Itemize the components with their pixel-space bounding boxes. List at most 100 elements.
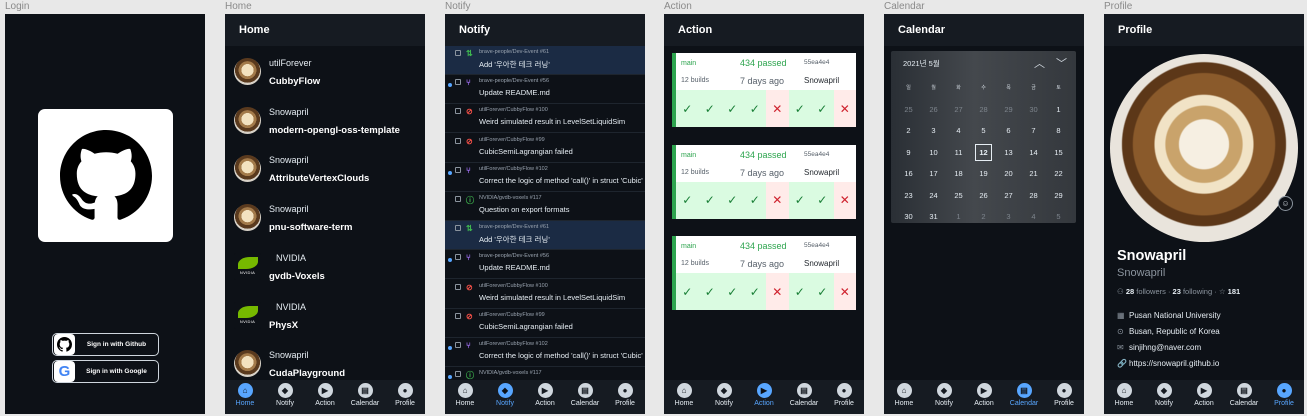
- commit-sha[interactable]: 55ea4e4: [804, 59, 829, 66]
- x-icon[interactable]: ✕: [766, 273, 789, 310]
- calendar-day[interactable]: 8: [1046, 120, 1071, 142]
- followers-count[interactable]: 28: [1126, 287, 1134, 296]
- check-icon[interactable]: ✓: [811, 181, 834, 219]
- followers-label[interactable]: followers: [1136, 287, 1166, 296]
- calendar-day[interactable]: 30: [896, 206, 921, 228]
- nav-home[interactable]: ⌂ Home: [1105, 383, 1143, 407]
- x-icon[interactable]: ✕: [766, 181, 789, 219]
- x-icon[interactable]: ✕: [833, 273, 856, 310]
- check-icon[interactable]: ✓: [721, 273, 744, 310]
- calendar-day[interactable]: 23: [896, 185, 921, 207]
- checkbox[interactable]: [455, 196, 461, 202]
- following-count[interactable]: 23: [1173, 287, 1181, 296]
- nav-action[interactable]: ▶ Action: [306, 383, 344, 407]
- calendar-day[interactable]: 10: [921, 142, 946, 164]
- checkbox[interactable]: [455, 312, 461, 319]
- calendar-day-today[interactable]: 12: [971, 142, 996, 164]
- check-icon[interactable]: ✓: [698, 273, 721, 310]
- nav-home[interactable]: ⌂ Home: [665, 383, 703, 407]
- calendar-day[interactable]: 11: [946, 142, 971, 164]
- nav-action[interactable]: ▶ Action: [526, 383, 564, 407]
- notification-item[interactable]: ⑂ utilForever/CubbyFlow #102 Correct the l…: [445, 163, 645, 192]
- workflow-run-card[interactable]: main 434 passed 55ea4e4 12 builds 7 days ago…: [672, 236, 856, 310]
- nav-profile[interactable]: ● Profile: [1045, 383, 1083, 407]
- check-icon[interactable]: ✓: [676, 181, 699, 219]
- check-icon[interactable]: ✓: [788, 90, 811, 127]
- nav-calendar[interactable]: ▤ Calendar: [1225, 383, 1263, 407]
- repo-item[interactable]: Snowapril modern-opengl-oss-template: [234, 101, 419, 149]
- calendar-day[interactable]: 31: [921, 206, 946, 228]
- profile-email[interactable]: ✉ sinjihng@naver.com: [1117, 343, 1201, 352]
- nav-profile[interactable]: ● Profile: [386, 383, 424, 407]
- profile-blog[interactable]: 🔗 https://snowapril.github.io: [1117, 359, 1219, 368]
- nav-profile[interactable]: ● Profile: [825, 383, 863, 407]
- calendar-day[interactable]: 17: [921, 163, 946, 185]
- repo-item[interactable]: NVIDIA NVIDIA gvdb-Voxels: [234, 247, 419, 295]
- workflow-run-card[interactable]: main 434 passed 55ea4e4 12 builds 7 days ago…: [672, 53, 856, 127]
- calendar-day[interactable]: 24: [921, 185, 946, 207]
- calendar-day[interactable]: 5: [1046, 206, 1071, 228]
- following-label[interactable]: following: [1183, 287, 1212, 296]
- notification-item[interactable]: ⇅ brave-people/Dev-Event #61 Add '우아한 테크 러…: [445, 46, 645, 75]
- smiley-icon[interactable]: ☺: [1278, 196, 1293, 211]
- stars-count[interactable]: 181: [1228, 287, 1241, 296]
- nav-action[interactable]: ▶ Action: [1185, 383, 1223, 407]
- calendar-day[interactable]: 14: [1021, 142, 1046, 164]
- check-icon[interactable]: ✓: [676, 90, 699, 127]
- calendar-day[interactable]: 3: [996, 206, 1021, 228]
- nav-profile[interactable]: ● Profile: [606, 383, 644, 407]
- calendar-day[interactable]: 28: [971, 99, 996, 121]
- check-icon[interactable]: ✓: [743, 90, 766, 127]
- commit-sha[interactable]: 55ea4e4: [804, 242, 829, 249]
- notification-item[interactable]: ⑂ utilForever/CubbyFlow #102 Correct the l…: [445, 338, 645, 367]
- checkbox[interactable]: [455, 79, 461, 86]
- nav-calendar[interactable]: ▤ Calendar: [566, 383, 604, 407]
- check-icon[interactable]: ✓: [698, 90, 721, 127]
- calendar-day[interactable]: 29: [1046, 185, 1071, 207]
- calendar-day[interactable]: 4: [946, 120, 971, 142]
- chevron-up-icon[interactable]: ︿: [1034, 55, 1045, 71]
- nav-notify[interactable]: ◆ Notify: [486, 383, 524, 407]
- nav-notify[interactable]: ◆ Notify: [705, 383, 743, 407]
- check-icon[interactable]: ✓: [676, 273, 699, 310]
- notification-item[interactable]: ⊘ utilForever/CubbyFlow #100 Weird simulat…: [445, 280, 645, 309]
- check-icon[interactable]: ✓: [698, 181, 721, 219]
- notification-item[interactable]: ⇅ brave-people/Dev-Event #61 Add '우아한 테크 러…: [445, 221, 645, 251]
- calendar-day[interactable]: 21: [1021, 163, 1046, 185]
- checkbox[interactable]: [455, 225, 461, 232]
- calendar-day[interactable]: 26: [971, 185, 996, 207]
- calendar-day[interactable]: 1: [946, 206, 971, 228]
- commit-sha[interactable]: 55ea4e4: [804, 151, 829, 158]
- check-icon[interactable]: ✓: [788, 181, 811, 219]
- nav-calendar[interactable]: ▤ Calendar: [785, 383, 823, 407]
- chevron-down-icon[interactable]: ﹀: [1056, 55, 1067, 71]
- calendar-day[interactable]: 26: [921, 99, 946, 121]
- calendar-day[interactable]: 15: [1046, 142, 1071, 164]
- nav-notify[interactable]: ◆ Notify: [266, 383, 304, 407]
- calendar-day[interactable]: 30: [1021, 99, 1046, 121]
- calendar-day[interactable]: 1: [1046, 99, 1071, 121]
- calendar-day[interactable]: 28: [1021, 185, 1046, 207]
- calendar-day[interactable]: 13: [996, 142, 1021, 164]
- nav-notify[interactable]: ◆ Notify: [925, 383, 963, 407]
- calendar-day[interactable]: 19: [971, 163, 996, 185]
- calendar-day[interactable]: 6: [996, 120, 1021, 142]
- repo-item[interactable]: Snowapril pnu-software-term: [234, 198, 419, 246]
- calendar-day[interactable]: 20: [996, 163, 1021, 185]
- checkbox[interactable]: [455, 371, 461, 378]
- nav-action[interactable]: ▶ Action: [745, 383, 783, 407]
- check-icon[interactable]: ✓: [743, 273, 766, 310]
- nav-notify[interactable]: ◆ Notify: [1145, 383, 1183, 407]
- checkbox[interactable]: [455, 283, 461, 290]
- calendar-day[interactable]: 16: [896, 163, 921, 185]
- notification-item[interactable]: ⓘ NVIDIA/gvdb-voxels #117 Question on expo…: [445, 192, 645, 221]
- checkbox[interactable]: [455, 342, 461, 348]
- repo-item[interactable]: NVIDIA NVIDIA PhysX: [234, 296, 419, 344]
- calendar-day[interactable]: 9: [896, 142, 921, 164]
- checkbox[interactable]: [455, 50, 461, 56]
- calendar-day[interactable]: 25: [946, 185, 971, 207]
- notification-item[interactable]: ⊘ utilForever/CubbyFlow #100 Weird simulat…: [445, 104, 645, 134]
- check-icon[interactable]: ✓: [721, 181, 744, 219]
- check-icon[interactable]: ✓: [811, 90, 834, 127]
- calendar-day[interactable]: 27: [946, 99, 971, 121]
